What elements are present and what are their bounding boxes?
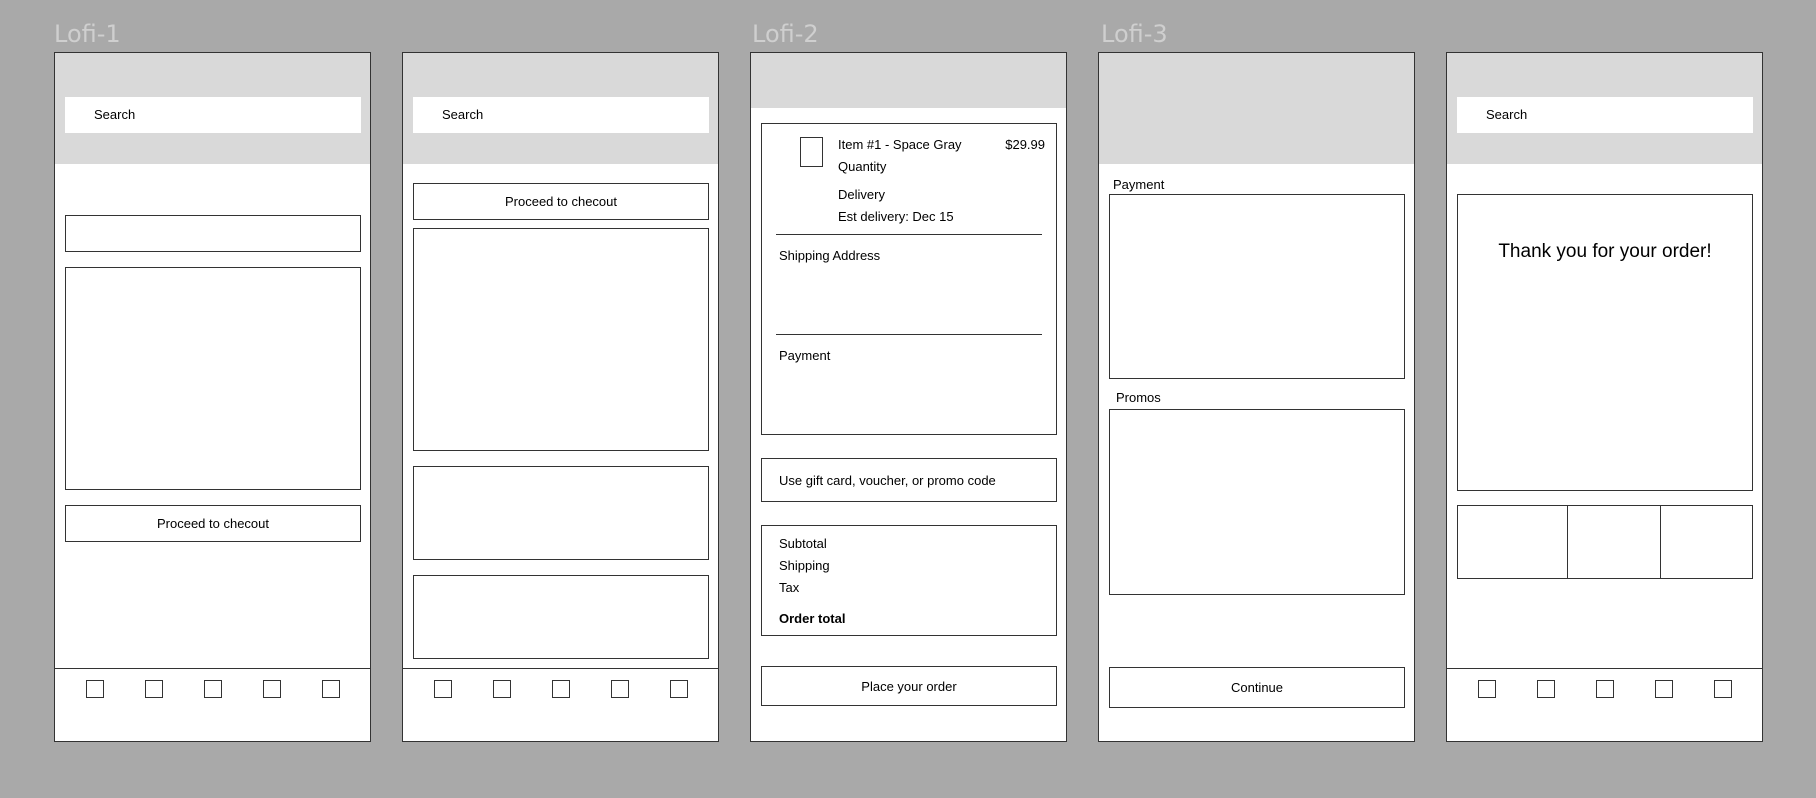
- tax-label: Tax: [779, 580, 800, 595]
- item-name: Item #1 - Space Gray: [838, 137, 962, 152]
- proceed-to-checkout-button[interactable]: Proceed to checout: [65, 505, 361, 542]
- nav-icon-2[interactable]: [1537, 680, 1555, 698]
- promo-code-field[interactable]: Use gift card, voucher, or promo code: [761, 458, 1057, 502]
- thank-you-message: Thank you for your order!: [1498, 241, 1712, 262]
- nav-icon-5[interactable]: [1714, 680, 1732, 698]
- order-summary: Subtotal Shipping Tax Order total: [761, 525, 1057, 636]
- nav-icon-5[interactable]: [322, 680, 340, 698]
- nav-icon-4[interactable]: [263, 680, 281, 698]
- screen-lofi-1: Search Proceed to checout: [54, 52, 371, 742]
- shipping-label: Shipping: [779, 558, 830, 573]
- tile-2[interactable]: [1567, 505, 1661, 579]
- related-panel: [413, 575, 709, 659]
- nav-icon-3[interactable]: [204, 680, 222, 698]
- divider: [776, 234, 1042, 235]
- nav-icon-1[interactable]: [1478, 680, 1496, 698]
- footer-divider: [55, 668, 370, 669]
- header-bar: Search: [403, 53, 718, 164]
- tile-1[interactable]: [1457, 505, 1568, 579]
- nav-icon-3[interactable]: [1596, 680, 1614, 698]
- promo-code-label: Use gift card, voucher, or promo code: [779, 473, 996, 488]
- payment-label[interactable]: Payment: [779, 348, 830, 363]
- header-bar: [1099, 53, 1414, 164]
- search-input[interactable]: Search: [413, 97, 709, 133]
- continue-button[interactable]: Continue: [1109, 667, 1405, 708]
- cart-panel: [413, 228, 709, 451]
- item-price: $29.99: [1005, 137, 1045, 152]
- search-input[interactable]: Search: [65, 97, 361, 133]
- frame-label-lofi-2: Lofi-2: [752, 20, 819, 48]
- content-panel: [65, 267, 361, 490]
- quantity-label[interactable]: Quantity: [838, 159, 886, 174]
- search-input[interactable]: Search: [1457, 97, 1753, 133]
- header-bar: [751, 53, 1066, 108]
- nav-icon-5[interactable]: [670, 680, 688, 698]
- item-thumbnail: [800, 137, 823, 167]
- est-delivery: Est delivery: Dec 15: [838, 209, 954, 224]
- nav-icon-4[interactable]: [1655, 680, 1673, 698]
- proceed-to-checkout-button[interactable]: Proceed to checout: [413, 183, 709, 220]
- payment-panel[interactable]: [1109, 194, 1405, 379]
- payment-section-label: Payment: [1113, 177, 1165, 192]
- nav-icon-1[interactable]: [86, 680, 104, 698]
- frame-label-lofi-1: Lofi-1: [54, 20, 121, 48]
- subtotal-label: Subtotal: [779, 536, 827, 551]
- screen-lofi-2: Item #1 - Space Gray $29.99 Quantity Del…: [750, 52, 1067, 742]
- header-bar: Search: [55, 53, 370, 164]
- screen-confirmation: Search Thank you for your order!: [1446, 52, 1763, 742]
- tile-3[interactable]: [1660, 505, 1753, 579]
- delivery-label: Delivery: [838, 187, 885, 202]
- header-bar: Search: [1447, 53, 1762, 164]
- nav-icon-1[interactable]: [434, 680, 452, 698]
- frame-label-lofi-3: Lofi-3: [1101, 20, 1168, 48]
- promos-section-label: Promos: [1116, 390, 1161, 405]
- order-total-label: Order total: [779, 611, 846, 626]
- nav-icon-4[interactable]: [611, 680, 629, 698]
- order-details-card: Item #1 - Space Gray $29.99 Quantity Del…: [761, 123, 1057, 435]
- promos-panel[interactable]: [1109, 409, 1405, 595]
- footer-divider: [403, 668, 718, 669]
- shipping-address-label[interactable]: Shipping Address: [779, 248, 880, 263]
- confirmation-panel: Thank you for your order!: [1457, 194, 1753, 491]
- recommendation-panel: [413, 466, 709, 560]
- nav-icon-3[interactable]: [552, 680, 570, 698]
- nav-icon-2[interactable]: [145, 680, 163, 698]
- place-order-button[interactable]: Place your order: [761, 666, 1057, 706]
- screen-lofi-3: Payment Promos Continue: [1098, 52, 1415, 742]
- footer-divider: [1447, 668, 1762, 669]
- divider: [776, 334, 1042, 335]
- filter-bar[interactable]: [65, 215, 361, 252]
- nav-icon-2[interactable]: [493, 680, 511, 698]
- screen-lofi-1b: Search Proceed to checout: [402, 52, 719, 742]
